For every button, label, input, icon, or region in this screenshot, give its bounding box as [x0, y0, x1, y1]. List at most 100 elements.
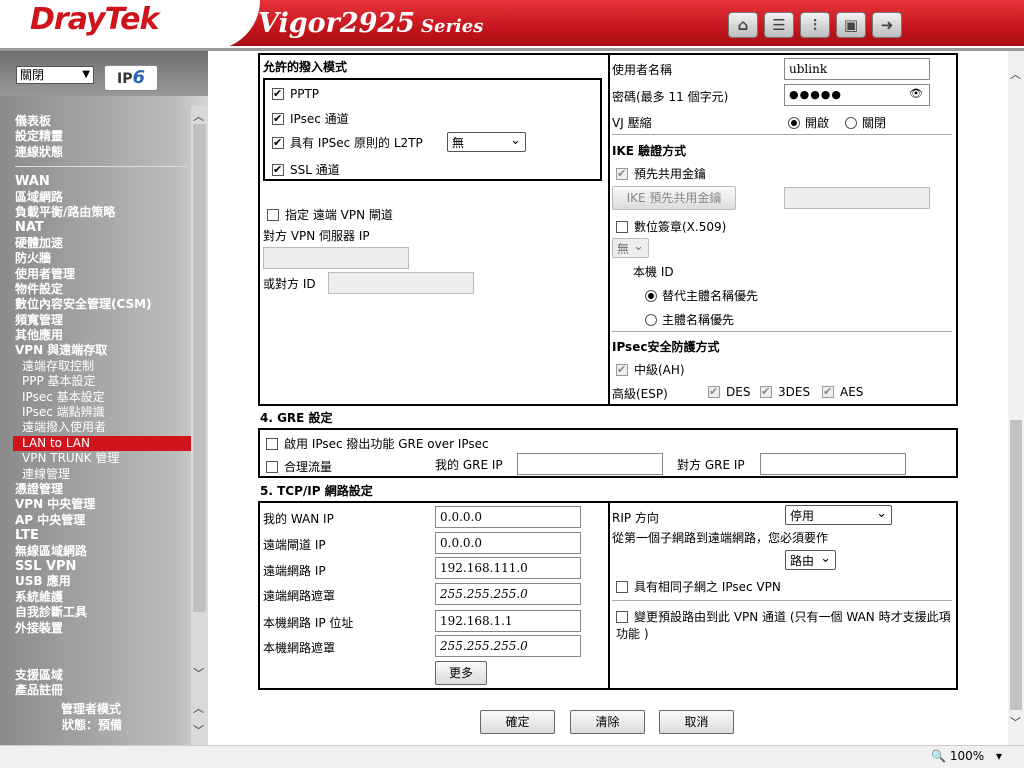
sidebar-item[interactable]: 連線管理 — [15, 467, 191, 482]
des-checkbox[interactable] — [708, 385, 720, 398]
des-option[interactable]: DES — [708, 385, 750, 399]
sidebar-item[interactable]: VPN TRUNK 管理 — [15, 451, 191, 466]
logout-icon[interactable]: ➜ — [872, 12, 902, 38]
local-ip-input[interactable]: 192.168.1.1 — [435, 610, 581, 632]
sidebar-item[interactable]: VPN 中央管理 — [15, 497, 191, 512]
sidebar-item[interactable]: 負載平衡/路由策略 — [15, 205, 191, 220]
admin-scroll-down-icon[interactable]: ﹀ — [193, 722, 204, 738]
eye-icon[interactable]: 👁 — [909, 87, 924, 100]
sidebar-item[interactable]: SSL VPN — [15, 559, 191, 574]
same-subnet-checkbox[interactable] — [616, 580, 628, 593]
sidebar-item[interactable]: 防火牆 — [15, 251, 191, 266]
quick-start-icon[interactable]: ☰ — [764, 12, 794, 38]
gre-enable-option[interactable]: 啟用 IPsec 撥出功能 GRE over IPsec — [266, 435, 489, 452]
ssl-option[interactable]: SSL 通道 — [272, 161, 340, 178]
sidebar-item[interactable]: 連線狀態 — [15, 145, 191, 160]
vj-off-radio[interactable] — [845, 116, 857, 129]
peer-gre-ip-input[interactable] — [760, 453, 906, 475]
psk-checkbox[interactable] — [616, 167, 628, 180]
my-wan-ip-input[interactable]: 0.0.0.0 — [435, 506, 581, 528]
logical-traffic-option[interactable]: 合理流量 — [266, 458, 332, 475]
username-input[interactable]: ublink — [784, 58, 930, 80]
zoom-control[interactable]: 🔍 100% ▾ — [931, 749, 1002, 763]
ike-psk-button[interactable]: IKE 預先共用金鑰 — [612, 186, 736, 210]
ah-option[interactable]: 中級(AH) — [616, 361, 685, 378]
sidebar-item[interactable]: AP 中央管理 — [15, 513, 191, 528]
change-default-route-option[interactable]: 變更預設路由到此 VPN 通道 (只有一個 WAN 時才支援此項功能 ) — [616, 609, 956, 643]
sidebar-item[interactable]: 遠端存取控制 — [15, 359, 191, 374]
sidebar-bottom-item[interactable]: 支援區域 — [15, 668, 191, 683]
sidebar-item[interactable]: WAN — [15, 174, 191, 189]
sidebar-item[interactable]: VPN 與遠端存取 — [15, 343, 191, 358]
l2tp-checkbox[interactable] — [272, 136, 284, 149]
route-select[interactable]: 路由 ⌄ — [785, 550, 836, 570]
sidebar-item[interactable]: PPP 基本設定 — [15, 374, 191, 389]
ike-psk-input[interactable] — [784, 187, 930, 209]
save-icon[interactable]: ▣ — [836, 12, 866, 38]
l2tp-option[interactable]: 具有 IPSec 原則的 L2TP — [272, 134, 423, 151]
sidebar-item[interactable]: NAT — [15, 220, 191, 235]
sidebar-item[interactable]: 設定精靈 — [15, 129, 191, 144]
sidebar-item[interactable]: 系統維護 — [15, 590, 191, 605]
sidebar-item[interactable]: IPsec 基本設定 — [15, 390, 191, 405]
cert-option[interactable]: 數位簽章(X.509) — [616, 218, 726, 235]
aes-checkbox[interactable] — [822, 385, 834, 398]
more-button[interactable]: 更多 — [435, 661, 487, 685]
l2tp-policy-select[interactable]: 無 ⌄ — [447, 132, 526, 152]
sidebar-bottom-item[interactable]: 產品註冊 — [15, 683, 191, 698]
specify-gateway-checkbox[interactable] — [267, 208, 279, 221]
vj-off-option[interactable]: 關閉 — [845, 114, 886, 131]
sidebar-item[interactable]: 區域網路 — [15, 190, 191, 205]
sidebar-scroll-down-icon[interactable]: ﹀ — [193, 665, 204, 681]
psk-option[interactable]: 預先共用金鑰 — [616, 165, 706, 182]
cancel-button[interactable]: 取消 — [659, 710, 734, 734]
sidebar-item[interactable]: 其他應用 — [15, 328, 191, 343]
sidebar-item[interactable]: 外接裝置 — [15, 621, 191, 636]
sidebar-item[interactable]: 遠端撥入使用者 — [15, 420, 191, 435]
3des-checkbox[interactable] — [760, 385, 772, 398]
change-default-route-checkbox[interactable] — [616, 610, 628, 623]
sidebar-item[interactable]: 無線區域網路 — [15, 544, 191, 559]
sidebar-item[interactable]: 數位內容安全管理(CSM) — [15, 297, 191, 312]
remote-net-input[interactable]: 192.168.111.0 — [435, 557, 581, 579]
sidebar-item[interactable]: 儀表板 — [15, 114, 191, 129]
ok-button[interactable]: 確定 — [480, 710, 555, 734]
password-input[interactable]: ●●●●● 👁 — [784, 84, 930, 106]
ipv6-button[interactable]: IP6 — [104, 65, 158, 91]
main-scroll-up-icon[interactable]: ︿ — [1010, 66, 1021, 82]
sidebar-item[interactable]: 頻寬管理 — [15, 313, 191, 328]
sidebar-scroll-up-icon[interactable]: ︿ — [193, 108, 204, 124]
rip-select[interactable]: 停用 ⌄ — [785, 505, 892, 525]
auto-logout-select[interactable]: 關閉 ▼ — [16, 66, 94, 84]
local-mask-input[interactable]: 255.255.255.0 — [435, 635, 581, 657]
remote-gw-input[interactable]: 0.0.0.0 — [435, 532, 581, 554]
gre-enable-checkbox[interactable] — [266, 437, 278, 450]
remote-mask-input[interactable]: 255.255.255.0 — [435, 583, 581, 605]
sidebar-item[interactable]: LTE — [15, 528, 191, 543]
ipsec-checkbox[interactable] — [272, 112, 284, 125]
peer-id-input[interactable] — [328, 272, 474, 294]
home-icon[interactable]: ⌂ — [728, 12, 758, 38]
ipsec-option[interactable]: IPsec 通道 — [272, 110, 349, 127]
ah-checkbox[interactable] — [616, 363, 628, 376]
sliders-icon[interactable]: ⫶ — [800, 12, 830, 38]
sidebar-item[interactable]: 使用者管理 — [15, 267, 191, 282]
subject-option[interactable]: 主體名稱優先 — [645, 311, 734, 328]
cert-checkbox[interactable] — [616, 220, 628, 233]
main-scroll-thumb[interactable] — [1010, 420, 1022, 710]
sidebar-item[interactable]: IPsec 端點辨識 — [15, 405, 191, 420]
sidebar-item[interactable]: 憑證管理 — [15, 482, 191, 497]
alt-subject-radio[interactable] — [645, 289, 657, 302]
pptp-option[interactable]: PPTP — [272, 87, 319, 101]
logical-traffic-checkbox[interactable] — [266, 460, 278, 473]
sidebar-item[interactable]: 物件設定 — [15, 282, 191, 297]
alt-subject-option[interactable]: 替代主體名稱優先 — [645, 287, 758, 304]
3des-option[interactable]: 3DES — [760, 385, 810, 399]
my-gre-ip-input[interactable] — [517, 453, 663, 475]
sidebar-item[interactable]: USB 應用 — [15, 574, 191, 589]
specify-gateway-option[interactable]: 指定 遠端 VPN 閘道 — [267, 206, 393, 223]
main-scroll-down-icon[interactable]: ﹀ — [1010, 714, 1021, 730]
same-subnet-option[interactable]: 具有相同子網之 IPsec VPN — [616, 578, 781, 595]
sidebar-scroll-thumb[interactable] — [193, 124, 206, 612]
aes-option[interactable]: AES — [822, 385, 863, 399]
